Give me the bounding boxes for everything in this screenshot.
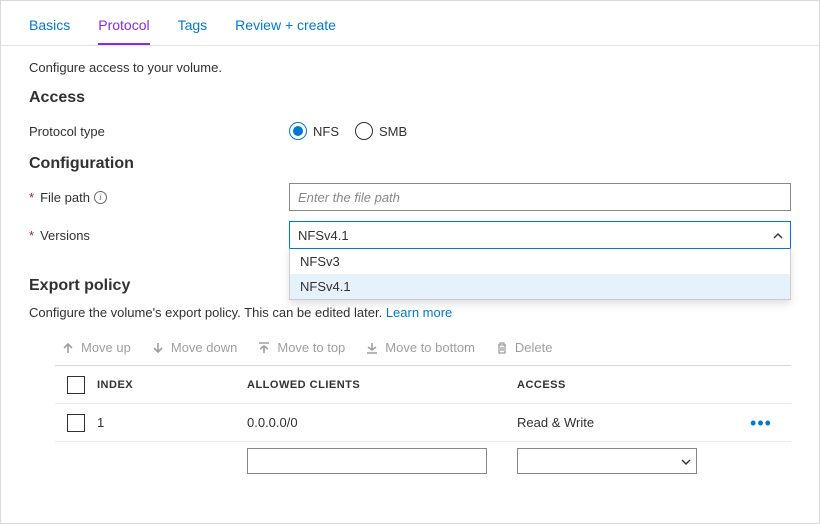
radio-smb-label: SMB bbox=[379, 124, 407, 139]
move-down-label: Move down bbox=[171, 340, 237, 355]
cell-access: Read & Write bbox=[517, 415, 731, 430]
export-policy-desc-row: Configure the volume's export policy. Th… bbox=[29, 305, 791, 320]
cell-allowed-clients: 0.0.0.0/0 bbox=[247, 415, 517, 430]
section-configuration: Configuration bbox=[29, 155, 791, 173]
move-top-button[interactable]: Move to top bbox=[257, 340, 345, 355]
versions-option-nfsv3[interactable]: NFSv3 bbox=[290, 249, 790, 274]
protocol-type-label: Protocol type bbox=[29, 124, 289, 139]
move-up-button[interactable]: Move up bbox=[61, 340, 131, 355]
table-header: Index Allowed clients Access bbox=[55, 366, 791, 404]
tab-protocol[interactable]: Protocol bbox=[98, 17, 149, 45]
move-up-label: Move up bbox=[81, 340, 131, 355]
trash-icon bbox=[495, 341, 509, 355]
table-row[interactable]: 1 0.0.0.0/0 Read & Write ••• bbox=[55, 404, 791, 442]
row-more-icon[interactable]: ••• bbox=[750, 413, 772, 433]
move-top-label: Move to top bbox=[277, 340, 345, 355]
tab-tags[interactable]: Tags bbox=[178, 17, 208, 45]
allowed-clients-input[interactable] bbox=[247, 448, 487, 474]
file-path-label: File path bbox=[40, 190, 90, 205]
select-all-checkbox[interactable] bbox=[67, 376, 85, 394]
arrow-bottom-icon bbox=[365, 341, 379, 355]
chevron-up-icon bbox=[772, 230, 782, 240]
move-down-button[interactable]: Move down bbox=[151, 340, 237, 355]
required-marker: * bbox=[29, 190, 34, 205]
learn-more-link[interactable]: Learn more bbox=[386, 305, 452, 320]
move-bottom-button[interactable]: Move to bottom bbox=[365, 340, 475, 355]
file-path-input[interactable] bbox=[289, 183, 791, 211]
access-select[interactable] bbox=[517, 448, 697, 474]
row-checkbox[interactable] bbox=[67, 414, 85, 432]
export-policy-toolbar: Move up Move down Move to top Move to bo… bbox=[29, 332, 791, 365]
radio-nfs[interactable]: NFS bbox=[289, 122, 339, 140]
intro-text: Configure access to your volume. bbox=[29, 60, 791, 75]
tab-basics[interactable]: Basics bbox=[29, 17, 70, 45]
info-icon[interactable]: i bbox=[94, 191, 107, 204]
radio-nfs-icon bbox=[289, 122, 307, 140]
tab-bar: Basics Protocol Tags Review + create bbox=[1, 1, 819, 46]
arrow-up-icon bbox=[61, 341, 75, 355]
radio-smb[interactable]: SMB bbox=[355, 122, 407, 140]
col-access[interactable]: Access bbox=[517, 379, 731, 391]
cell-index: 1 bbox=[97, 415, 247, 430]
versions-dropdown: NFSv3 NFSv4.1 bbox=[289, 248, 791, 300]
versions-label: Versions bbox=[40, 228, 90, 243]
chevron-down-icon bbox=[680, 456, 690, 466]
delete-label: Delete bbox=[515, 340, 553, 355]
col-index[interactable]: Index bbox=[97, 379, 247, 391]
col-allowed-clients[interactable]: Allowed clients bbox=[247, 379, 517, 391]
move-bottom-label: Move to bottom bbox=[385, 340, 475, 355]
versions-selected-value: NFSv4.1 bbox=[298, 228, 349, 243]
volume-create-panel: Basics Protocol Tags Review + create Con… bbox=[0, 0, 820, 524]
new-row-editor bbox=[55, 442, 791, 474]
radio-smb-icon bbox=[355, 122, 373, 140]
delete-button[interactable]: Delete bbox=[495, 340, 553, 355]
versions-select[interactable]: NFSv4.1 bbox=[289, 221, 791, 249]
required-marker: * bbox=[29, 228, 34, 243]
arrow-top-icon bbox=[257, 341, 271, 355]
export-policy-desc: Configure the volume's export policy. Th… bbox=[29, 305, 386, 320]
export-policy-table: Index Allowed clients Access 1 0.0.0.0/0… bbox=[55, 365, 791, 442]
versions-option-nfsv41[interactable]: NFSv4.1 bbox=[290, 274, 790, 299]
section-access: Access bbox=[29, 89, 791, 107]
arrow-down-icon bbox=[151, 341, 165, 355]
tab-review-create[interactable]: Review + create bbox=[235, 17, 336, 45]
radio-nfs-label: NFS bbox=[313, 124, 339, 139]
